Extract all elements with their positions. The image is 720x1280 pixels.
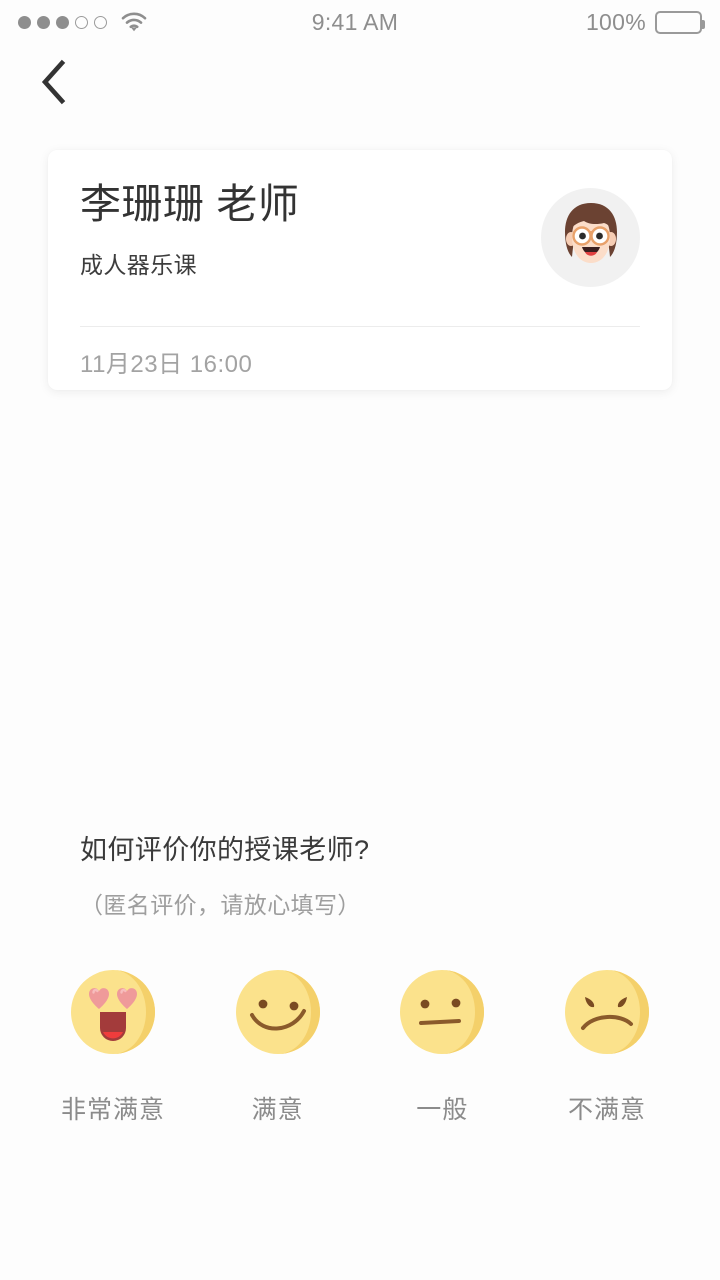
signal-dot-filled [18,15,31,29]
lesson-time: 11月23日 16:00 [80,351,253,378]
rating-option-label: 一般 [416,1096,469,1124]
back-button[interactable] [22,52,86,116]
navigation-bar [0,44,720,130]
lesson-card: 李珊珊 老师 成人器乐课 11月23日 16:00 [48,150,672,390]
signal-dot-empty [75,15,88,29]
rating-option-label: 不满意 [567,1096,646,1124]
status-bar-right: 100% [462,8,705,36]
signal-strength-icon [18,15,107,29]
rating-option-label: 非常满意 [60,1096,165,1124]
battery-percentage: 100% [585,8,646,35]
woman-with-glasses-avatar-icon [551,195,631,280]
rating-section: 如何评价你的授课老师? （匿名评价，请放心填写） [0,828,720,920]
rating-question: 如何评价你的授课老师? [80,835,370,865]
rating-option-very-satisfied[interactable]: 非常满意 [48,966,178,1126]
status-bar-left [18,12,258,32]
rating-option-label: 满意 [251,1096,304,1124]
rating-option-neutral[interactable]: 一般 [377,966,507,1126]
neutral-emoji-icon [396,966,488,1058]
rating-options: 非常满意 满意 一般 不满意 [48,966,672,1126]
status-bar-time: 9:41 AM [311,8,399,35]
wifi-icon [121,12,147,32]
heart-eyes-emoji-icon [67,966,159,1058]
frowning-emoji-icon [561,966,653,1058]
signal-dot-empty [94,15,107,29]
card-divider [80,326,640,327]
rating-option-dissatisfied[interactable]: 不满意 [542,966,672,1126]
rating-option-satisfied[interactable]: 满意 [213,966,343,1126]
smiling-emoji-icon [232,966,324,1058]
signal-dot-filled [56,15,69,29]
battery-nub [702,19,705,29]
rating-note: （匿名评价，请放心填写） [80,892,361,918]
battery-icon [655,10,705,34]
signal-dot-filled [37,15,50,29]
chevron-left-icon [39,59,69,110]
status-bar: 9:41 AM 100% [0,0,720,44]
avatar [541,188,640,287]
